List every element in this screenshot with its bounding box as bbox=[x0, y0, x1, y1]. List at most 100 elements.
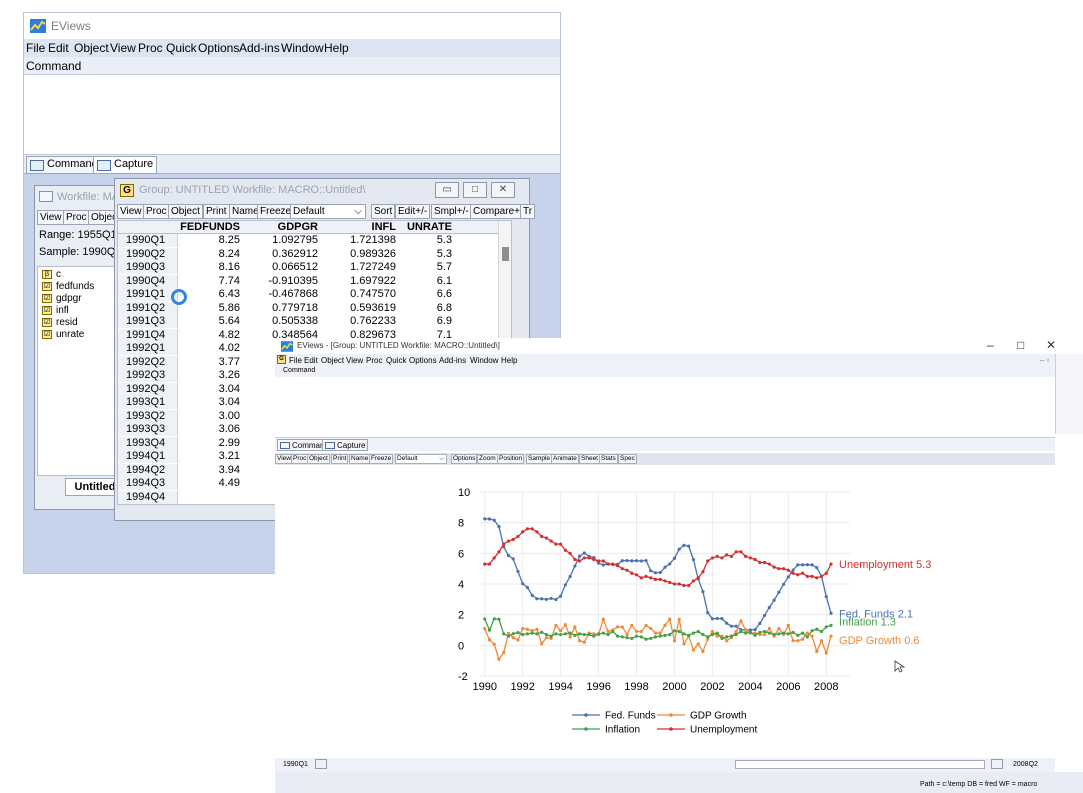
maximize-icon[interactable]: □ bbox=[1017, 338, 1024, 352]
table-cell[interactable]: -0.910395 bbox=[244, 275, 322, 288]
table-cell[interactable]: 5.7 bbox=[400, 261, 472, 274]
table-cell[interactable] bbox=[178, 491, 244, 504]
line-chart[interactable]: -2 0 2 4 6 8 10 1990 1992 1994 1996 1998 2000 2002 200… bbox=[275, 465, 1055, 757]
graph-sheet-button[interactable]: Sheet bbox=[579, 454, 600, 464]
tab-command[interactable]: Command bbox=[26, 156, 102, 174]
group-view-button[interactable]: View bbox=[117, 204, 145, 219]
menu-quick[interactable]: Quick bbox=[386, 356, 406, 365]
table-cell[interactable]: 6.8 bbox=[400, 302, 472, 315]
table-cell[interactable]: 0.747570 bbox=[322, 288, 400, 301]
graph-options-button[interactable]: Options bbox=[451, 454, 478, 464]
menu-window[interactable]: Window bbox=[470, 356, 498, 365]
graph-animate-button[interactable]: Animate bbox=[551, 454, 579, 464]
table-cell[interactable]: 0.762233 bbox=[322, 315, 400, 328]
table-cell[interactable]: 3.00 bbox=[178, 410, 244, 423]
column-header[interactable]: UNRATE bbox=[400, 221, 472, 234]
close-icon[interactable]: ✕ bbox=[491, 182, 515, 198]
graph-stats-button[interactable]: Stats bbox=[599, 454, 618, 464]
menu-help[interactable]: Help bbox=[324, 41, 349, 55]
table-cell[interactable]: 0.066512 bbox=[244, 261, 322, 274]
table-row[interactable]: 1990Q2 8.24 0.362912 0.989326 5.3 bbox=[118, 247, 511, 261]
menu-view[interactable]: View bbox=[110, 41, 136, 55]
table-cell[interactable]: 4.02 bbox=[178, 342, 244, 355]
table-cell[interactable]: 8.24 bbox=[178, 248, 244, 261]
workfile-sample[interactable]: Sample: 1990Q1 bbox=[39, 246, 122, 258]
table-row[interactable]: 1990Q3 8.16 0.066512 1.727249 5.7 bbox=[118, 261, 511, 274]
table-cell[interactable]: 3.21 bbox=[178, 450, 244, 463]
workfile-proc-button[interactable]: Proc bbox=[63, 210, 90, 225]
calendar-icon[interactable] bbox=[991, 759, 1003, 769]
table-cell[interactable]: 3.77 bbox=[178, 356, 244, 369]
workfile-view-button[interactable]: View bbox=[37, 210, 65, 225]
menu-quick[interactable]: Quick bbox=[166, 41, 197, 55]
table-cell[interactable]: 0.505338 bbox=[244, 315, 322, 328]
menu-file[interactable]: File bbox=[26, 41, 45, 55]
table-cell[interactable]: 5.3 bbox=[400, 234, 472, 247]
graph-zoom-button[interactable]: Zoom bbox=[477, 454, 498, 464]
table-cell[interactable]: 1.727249 bbox=[322, 261, 400, 274]
table-cell[interactable]: 4.82 bbox=[178, 329, 244, 342]
table-cell[interactable]: 1.697922 bbox=[322, 275, 400, 288]
table-cell[interactable]: 0.362912 bbox=[244, 248, 322, 261]
scroll-thumb[interactable] bbox=[502, 247, 509, 261]
group-freeze-button[interactable]: Freeze bbox=[257, 204, 295, 219]
menu-edit[interactable]: Edit bbox=[48, 41, 69, 55]
menu-file[interactable]: File bbox=[289, 356, 302, 365]
mdi-controls[interactable]: – ▫ bbox=[1040, 356, 1050, 365]
table-cell[interactable]: 2.99 bbox=[178, 437, 244, 450]
minimize-icon[interactable]: ▭ bbox=[435, 182, 459, 198]
table-cell[interactable]: 4.49 bbox=[178, 477, 244, 490]
calendar-icon[interactable] bbox=[315, 759, 327, 769]
menu-view[interactable]: View bbox=[346, 356, 363, 365]
table-cell[interactable]: 8.16 bbox=[178, 261, 244, 274]
table-cell[interactable]: 6.9 bbox=[400, 315, 472, 328]
table-cell[interactable]: 7.74 bbox=[178, 275, 244, 288]
menu-window[interactable]: Window bbox=[281, 41, 324, 55]
front-command-area[interactable] bbox=[275, 377, 1055, 437]
graph-sample-button[interactable]: Sample bbox=[526, 454, 553, 464]
table-cell[interactable]: 8.25 bbox=[178, 234, 244, 247]
menu-proc[interactable]: Proc bbox=[366, 356, 382, 365]
table-cell[interactable]: 6.6 bbox=[400, 288, 472, 301]
command-area[interactable] bbox=[24, 75, 560, 154]
column-header[interactable]: GDPGR bbox=[244, 221, 322, 234]
graph-print-button[interactable]: Print bbox=[331, 454, 349, 464]
table-cell[interactable]: 3.04 bbox=[178, 396, 244, 409]
sample-slider[interactable] bbox=[735, 760, 985, 769]
table-cell[interactable]: 6.43 bbox=[178, 288, 244, 301]
table-cell[interactable]: 0.779718 bbox=[244, 302, 322, 315]
graph-spec-button[interactable]: Spec bbox=[618, 454, 637, 464]
group-view-dropdown[interactable]: Default ⌵ bbox=[290, 204, 366, 219]
column-header[interactable]: FEDFUNDS bbox=[178, 221, 244, 234]
table-cell[interactable]: 3.26 bbox=[178, 369, 244, 382]
table-cell[interactable]: 0.989326 bbox=[322, 248, 400, 261]
menu-addins[interactable]: Add-ins bbox=[239, 41, 280, 55]
graph-proc-button[interactable]: Proc bbox=[291, 454, 309, 464]
group-proc-button[interactable]: Proc bbox=[143, 204, 170, 219]
graph-object-button[interactable]: Object bbox=[307, 454, 330, 464]
graph-view-dropdown[interactable]: Default ⌵ bbox=[395, 454, 447, 464]
column-header[interactable]: INFL bbox=[322, 221, 400, 234]
table-cell[interactable]: -0.467868 bbox=[244, 288, 322, 301]
group-smpl-button[interactable]: Smpl+/- bbox=[431, 204, 472, 219]
group-sort-button[interactable]: Sort bbox=[371, 204, 396, 219]
menu-proc[interactable]: Proc bbox=[138, 41, 163, 55]
menu-help[interactable]: Help bbox=[501, 356, 517, 365]
menu-object[interactable]: Object bbox=[321, 356, 344, 365]
table-cell[interactable]: 3.06 bbox=[178, 423, 244, 436]
table-cell[interactable]: 5.64 bbox=[178, 315, 244, 328]
table-cell[interactable]: 1.092795 bbox=[244, 234, 322, 247]
graph-freeze-button[interactable]: Freeze bbox=[369, 454, 394, 464]
table-cell[interactable]: 3.94 bbox=[178, 464, 244, 477]
group-edit-button[interactable]: Edit+/- bbox=[395, 204, 431, 219]
table-cell[interactable]: 5.3 bbox=[400, 248, 472, 261]
menu-edit[interactable]: Edit bbox=[304, 356, 318, 365]
menu-object[interactable]: Object bbox=[74, 41, 109, 55]
menu-options[interactable]: Options bbox=[409, 356, 437, 365]
graph-position-button[interactable]: Position bbox=[497, 454, 525, 464]
tab-capture[interactable]: Capture bbox=[322, 439, 369, 451]
minimize-icon[interactable]: – bbox=[987, 338, 994, 352]
table-cell[interactable]: 3.04 bbox=[178, 383, 244, 396]
table-cell[interactable]: 1.721398 bbox=[322, 234, 400, 247]
tab-capture[interactable]: Capture bbox=[93, 156, 158, 174]
